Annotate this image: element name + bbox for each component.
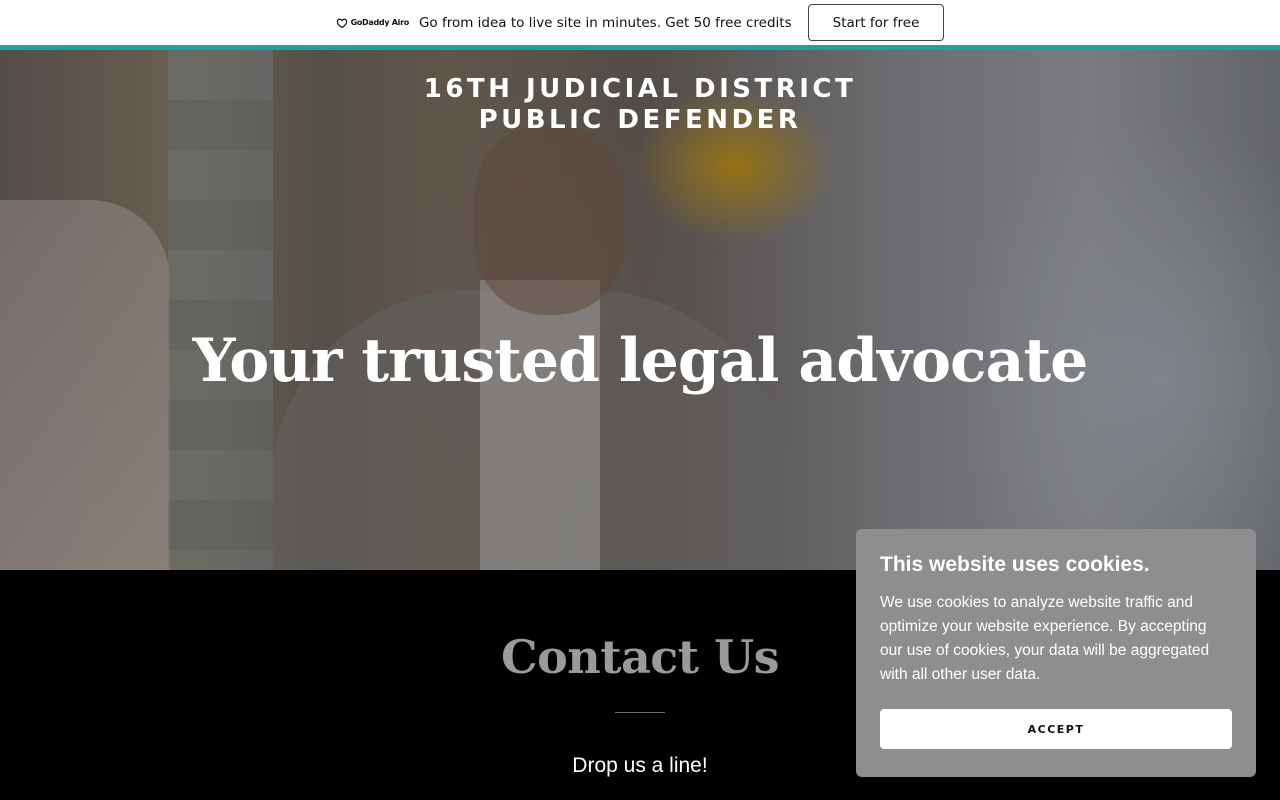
cookie-title: This website uses cookies. [880,553,1150,576]
cookie-banner: This website uses cookies. We use cookie… [856,529,1256,777]
site-name-line-1: 16TH JUDICIAL DISTRICT [423,74,857,104]
cookie-body: We use cookies to analyze website traffi… [880,594,1210,683]
start-for-free-button[interactable]: Start for free [807,4,945,41]
site-name-line-2: PUBLIC DEFENDER [478,105,802,135]
godaddy-airo-logo: GoDaddy Airo [336,15,409,31]
site-name[interactable]: 16TH JUDICIAL DISTRICT PUBLIC DEFENDER [0,74,1280,136]
hero-section: 16TH JUDICIAL DISTRICT PUBLIC DEFENDER Y… [0,50,1280,570]
contact-divider [615,712,665,713]
accept-cookies-button[interactable]: ACCEPT [880,709,1232,749]
logo-text: GoDaddy Airo [350,18,410,27]
hero-heading: Your trusted legal advocate [192,326,1089,396]
godaddy-heart-icon [336,18,347,28]
promo-message: Go from idea to live site in minutes. Ge… [418,14,792,31]
promo-bar: GoDaddy Airo Go from idea to live site i… [0,0,1280,50]
